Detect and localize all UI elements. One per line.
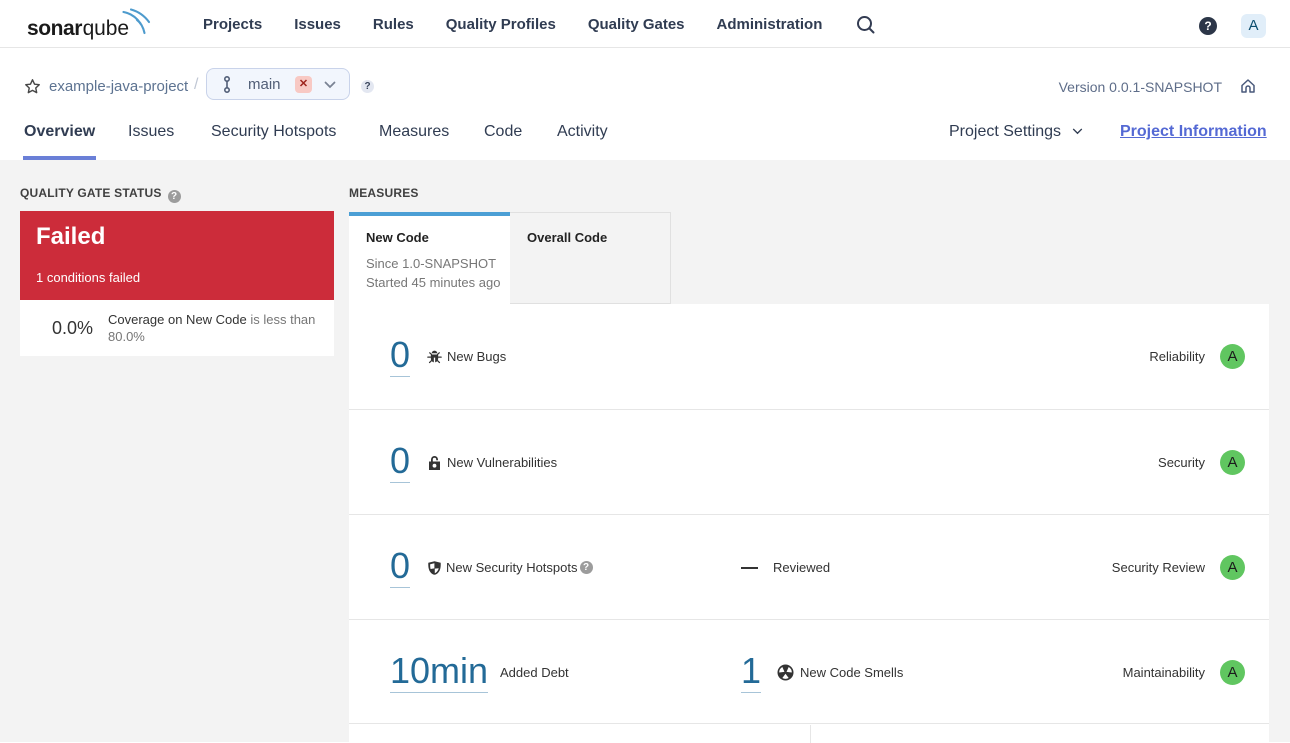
svg-text:sonar: sonar: [27, 17, 82, 40]
svg-text:qube: qube: [83, 17, 129, 40]
